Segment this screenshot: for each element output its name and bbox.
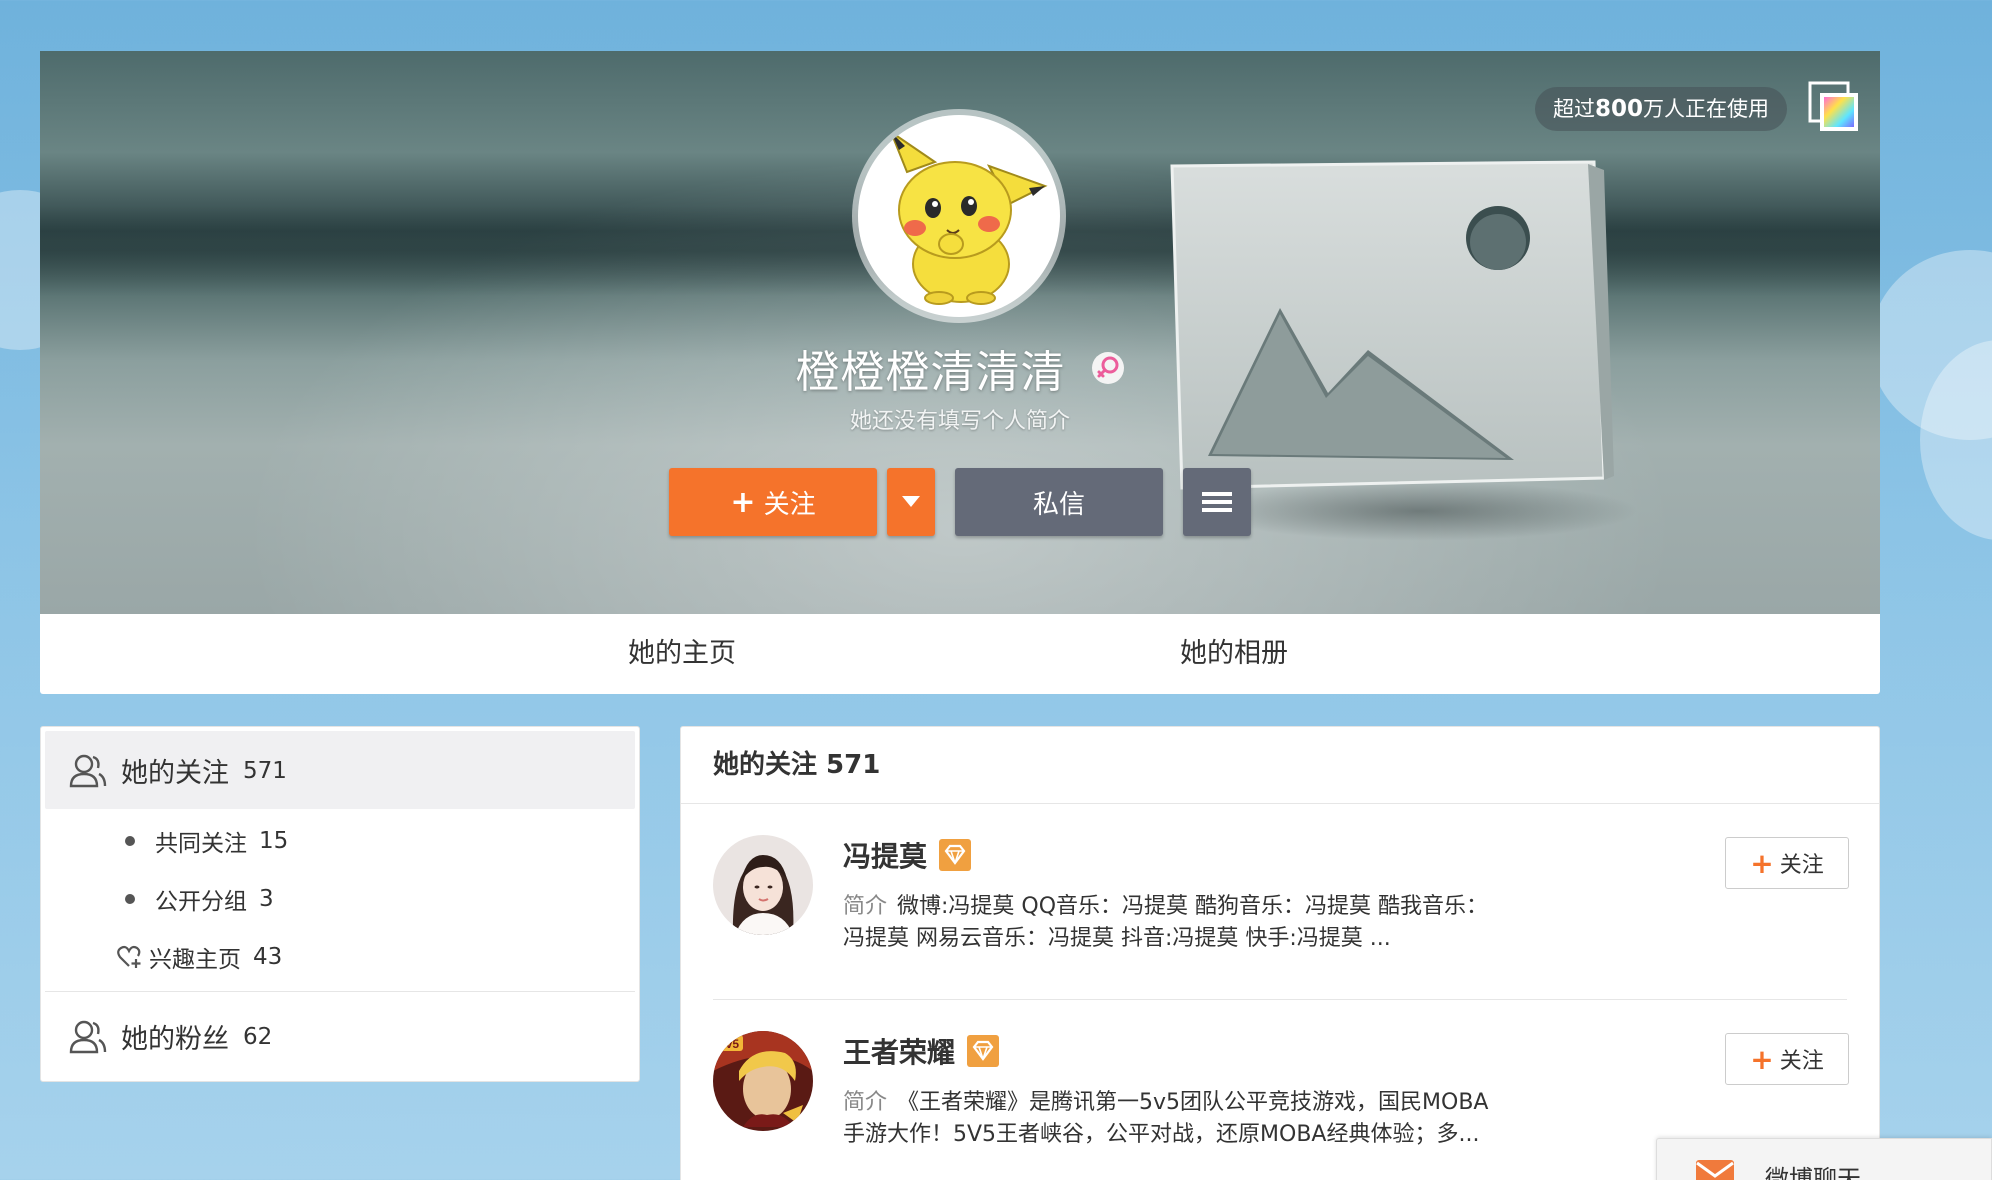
image-placeholder-icon [1170,160,1614,490]
profile-avatar[interactable] [852,109,1066,323]
profile-cover: 超过800万人正在使用 橙橙橙清清清 她还没有填写个人简介 + 关注 私信 [40,51,1880,614]
user-avatar-image [713,835,813,935]
sidebar-divider [45,991,635,992]
plus-icon: + [1750,846,1774,880]
user-avatar-image: 5v5 [713,1031,813,1131]
user-bio: 简介 《王者荣耀》是腾讯第一5v5团队公平竞技游戏，国民MOBA 手游大作！5V5… [843,1087,1543,1151]
users-count-pill: 超过800万人正在使用 [1534,87,1787,131]
follow-options-dropdown[interactable] [887,468,935,536]
sidebar-item-interest-pages[interactable]: 兴趣主页 43 [117,937,282,977]
profile-bio: 她还没有填写个人简介 [849,409,1070,434]
sidebar-item-mutual[interactable]: 共同关注 15 [125,821,288,861]
user-name-text: 冯提莫 [843,840,928,873]
verified-badge-icon [967,1035,1000,1067]
bio-line: 微博:冯提莫 QQ音乐：冯提莫 酷狗音乐：冯提莫 酷我音乐： [897,894,1489,919]
users-count: 800 [1594,96,1643,122]
panel-divider [681,803,1879,804]
weibo-chat-tab[interactable]: 微博聊天 [1656,1138,1992,1180]
user-avatar[interactable] [713,835,813,935]
user-name[interactable]: 王者荣耀 [843,1031,1000,1071]
sub-item-label: 兴趣主页 [149,947,241,973]
follow-user-button[interactable]: + 关注 [1725,1033,1849,1085]
sub-item-label: 公开分组 [155,889,247,915]
bio-line: 《王者荣耀》是腾讯第一5v5团队公平竞技游戏，国民MOBA [897,1090,1489,1115]
pikachu-avatar-image [888,129,1048,305]
profile-tab-bar: 她的主页 她的相册 [40,614,1880,694]
user-name-text: 王者荣耀 [843,1036,956,1069]
sidebar-item-fans[interactable]: 她的粉丝 62 [69,1017,272,1056]
plus-icon: + [1750,1042,1774,1076]
bio-label: 简介 [843,894,888,919]
follow-user-button-label: 关注 [1779,853,1824,878]
panel-title: 她的关注 571 [713,750,881,780]
sidebar-item-public-groups[interactable]: 公开分组 3 [125,879,274,919]
following-count: 571 [243,757,287,784]
bio-line: 手游大作！5V5王者峡谷，公平对战，还原MOBA经典体验；多... [843,1122,1480,1147]
sub-item-label: 共同关注 [155,831,247,857]
sub-item-count: 15 [259,828,289,854]
follow-button[interactable]: + 关注 [669,468,877,536]
more-menu-button[interactable] [1183,468,1251,536]
tab-her-album[interactable]: 她的相册 [1180,614,1288,694]
mail-icon [1696,1160,1734,1180]
profile-name-text: 橙橙橙清清清 [795,347,1066,398]
user-bio: 简介 微博:冯提莫 QQ音乐：冯提莫 酷狗音乐：冯提莫 酷我音乐： 冯提莫 网易云… [843,891,1543,955]
sub-item-count: 3 [259,886,274,912]
users-suffix: 万人正在使用 [1643,97,1769,121]
tab-her-home[interactable]: 她的主页 [628,614,736,694]
sub-item-count: 43 [253,944,283,970]
user-avatar[interactable]: 5v5 [713,1031,813,1131]
verified-badge-icon [939,839,972,871]
skin-palette-icon[interactable] [1808,81,1860,133]
heart-plus-icon [117,945,141,968]
follow-user-button[interactable]: + 关注 [1725,837,1849,889]
caret-down-icon [902,496,920,507]
chat-tab-label: 微博聊天 [1765,1165,1861,1180]
fans-label: 她的粉丝 [121,1024,229,1055]
sidebar-item-following[interactable]: 她的关注 571 [45,731,635,809]
list-divider [713,999,1847,1000]
user-name[interactable]: 冯提莫 [843,835,972,875]
bullet-icon [125,836,135,846]
follow-user-button-label: 关注 [1779,1049,1824,1074]
users-icon [69,754,107,787]
bullet-icon [125,894,135,904]
message-button-label: 私信 [1032,489,1085,520]
hamburger-menu-icon [1202,492,1232,512]
female-gender-icon [1091,352,1124,384]
following-label: 她的关注 [121,758,229,789]
bio-line: 冯提莫 网易云音乐：冯提莫 抖音:冯提莫 快手:冯提莫 ... [843,926,1391,951]
users-icon [69,1020,107,1053]
message-button[interactable]: 私信 [955,468,1163,536]
plus-icon: + [730,484,756,520]
follow-button-label: 关注 [763,489,816,520]
profile-name: 橙橙橙清清清 [40,336,1880,400]
following-list-panel: 她的关注 571 冯提莫 简介 微博:冯提莫 QQ音乐：冯提莫 酷狗音乐：冯提莫 … [680,726,1880,1180]
fans-count: 62 [243,1023,273,1050]
users-prefix: 超过 [1552,97,1595,121]
svg-text:5v5: 5v5 [719,1037,739,1051]
relations-sidebar: 她的关注 571 共同关注 15 公开分组 3 兴趣主页 43 她的粉丝 62 [40,726,640,1082]
bio-label: 简介 [843,1090,888,1115]
